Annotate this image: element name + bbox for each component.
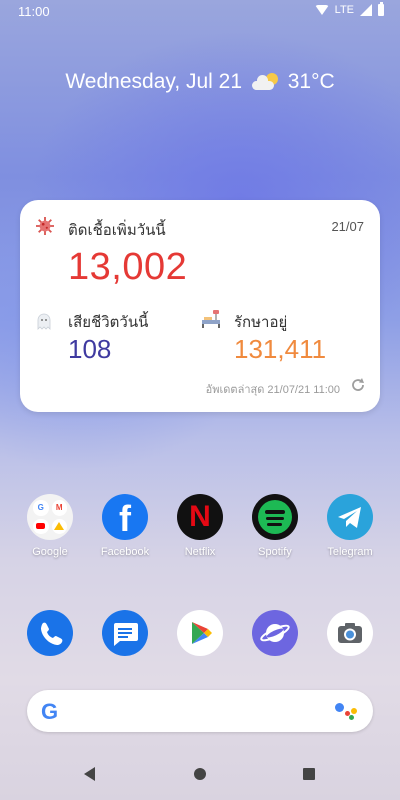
app-camera[interactable] <box>317 610 383 656</box>
last-updated-text: อัพเดตล่าสุด 21/07/21 11:00 <box>205 384 340 396</box>
facebook-icon: f <box>102 494 148 540</box>
treating-value: 131,411 <box>234 334 327 364</box>
navigation-bar <box>0 748 400 800</box>
home-icon[interactable] <box>194 768 206 780</box>
network-type: LTE <box>334 4 354 16</box>
signal-icon <box>360 4 372 16</box>
status-bar: 11:00 LTE <box>0 0 400 24</box>
covid-widget[interactable]: ติดเชื้อเพิ่มวันนี้ 21/07 13,002 เสียชีว… <box>20 200 380 412</box>
app-label: Spotify <box>258 546 292 558</box>
clock: 11:00 <box>18 4 50 19</box>
temperature-text: 31°C <box>287 70 335 93</box>
deaths-value: 108 <box>68 334 112 364</box>
app-play-store[interactable] <box>167 610 233 656</box>
camera-icon <box>327 610 373 656</box>
app-spotify[interactable]: Spotify <box>242 494 308 558</box>
virus-icon <box>36 217 54 235</box>
app-telegram[interactable]: Telegram <box>317 494 383 558</box>
app-messages[interactable] <box>92 610 158 656</box>
recents-icon[interactable] <box>303 768 315 780</box>
messages-icon <box>102 610 148 656</box>
date-text: Wednesday, Jul 21 <box>65 70 243 93</box>
app-facebook[interactable]: f Facebook <box>92 494 158 558</box>
deaths-label: เสียชีวิตวันนี้ <box>68 314 149 331</box>
assistant-icon[interactable] <box>335 703 359 721</box>
app-label: Netflix <box>184 546 216 558</box>
app-label: Telegram <box>327 546 373 558</box>
widget-date: 21/07 <box>331 219 364 234</box>
google-search-bar[interactable]: G <box>27 690 373 732</box>
app-netflix[interactable]: N Netflix <box>167 494 233 558</box>
new-cases-value: 13,002 <box>68 246 188 288</box>
google-logo-icon: G <box>41 699 59 724</box>
hospital-bed-icon <box>202 310 220 328</box>
new-cases-label: ติดเชื้อเพิ่มวันนี้ <box>68 222 166 239</box>
netflix-icon: N <box>177 494 223 540</box>
treating-label: รักษาอยู่ <box>234 314 288 331</box>
refresh-icon[interactable] <box>350 377 366 393</box>
status-icons: LTE <box>314 2 384 16</box>
partly-cloudy-icon <box>251 73 278 90</box>
app-google-folder[interactable]: G M Google <box>17 494 83 558</box>
app-internet[interactable] <box>242 610 308 656</box>
spotify-icon <box>252 494 298 540</box>
wifi-icon <box>314 5 329 15</box>
app-label: Facebook <box>100 546 150 558</box>
battery-icon <box>378 2 384 16</box>
telegram-icon <box>327 494 373 540</box>
phone-icon <box>27 610 73 656</box>
app-label: Google <box>32 546 68 558</box>
ghost-icon <box>37 313 51 330</box>
internet-icon <box>252 610 298 656</box>
play-store-icon <box>177 610 223 656</box>
app-phone[interactable] <box>17 610 83 656</box>
date-weather-glance[interactable]: Wednesday, Jul 21 31°C <box>0 70 400 94</box>
back-icon[interactable] <box>84 767 95 781</box>
google-folder-icon: G M <box>27 494 73 540</box>
